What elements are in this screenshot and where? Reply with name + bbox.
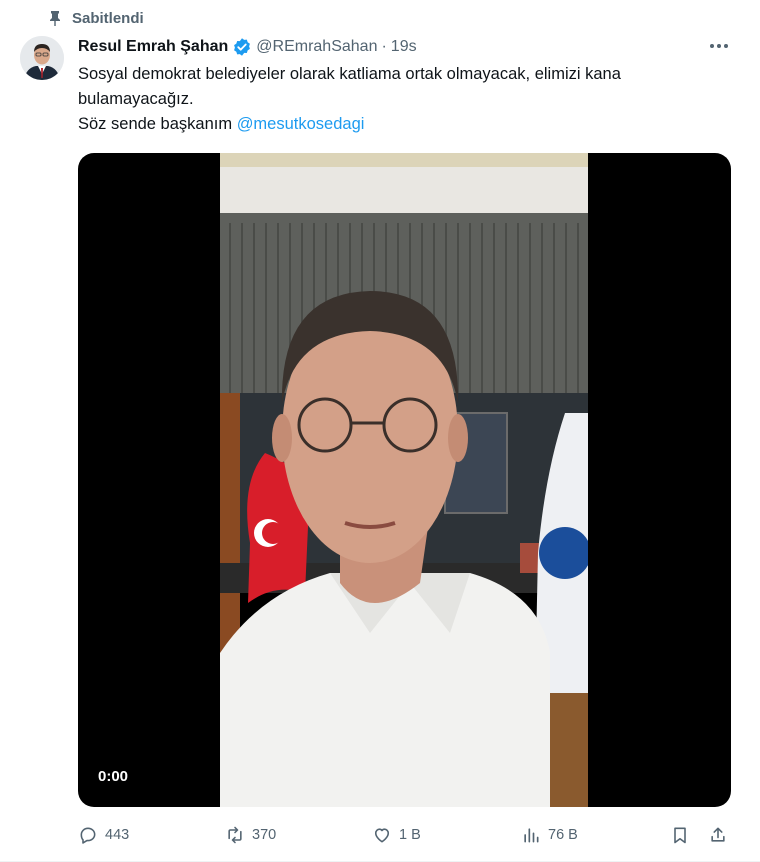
avatar[interactable] <box>20 36 64 80</box>
bookmark-button[interactable] <box>670 825 690 845</box>
bookmark-icon <box>674 827 686 844</box>
like-count: 1 B <box>399 827 421 843</box>
separator-dot: · <box>381 38 387 55</box>
tweet-timestamp[interactable]: 19s <box>391 38 417 56</box>
video-frame <box>220 153 588 807</box>
share-icon <box>711 827 725 842</box>
video-player[interactable]: 0:00 <box>78 153 731 807</box>
pin-icon <box>50 11 60 26</box>
tweet-text-line: Söz sende başkanım @mesutkosedagi <box>78 112 728 137</box>
heart-icon <box>374 828 390 843</box>
more-options-icon[interactable] <box>710 36 732 56</box>
reply-count: 443 <box>105 827 130 843</box>
tweet-text: Sosyal demokrat belediyeler olarak katli… <box>78 62 728 137</box>
views-button[interactable]: 76 B <box>521 825 578 845</box>
repost-count: 370 <box>252 827 277 843</box>
views-chart-icon <box>524 828 539 843</box>
like-button[interactable]: 1 B <box>372 825 421 845</box>
share-button[interactable] <box>708 825 728 845</box>
tweet-text-prefix: Söz sende başkanım <box>78 115 237 133</box>
repost-button[interactable]: 370 <box>225 825 276 845</box>
author-handle[interactable]: @REmrahSahan <box>256 38 377 56</box>
reply-button[interactable]: 443 <box>78 825 129 845</box>
reply-icon <box>80 827 96 844</box>
pinned-label: Sabitlendi <box>72 9 144 27</box>
video-timecode: 0:00 <box>98 768 129 785</box>
tweet-text-line: Sosyal demokrat belediyeler olarak katli… <box>78 65 621 83</box>
author-name[interactable]: Resul Emrah Şahan <box>78 38 228 56</box>
tweet-text-line: bulamayacağız. <box>78 90 194 108</box>
tweet-actions: 443 370 1 B 76 B <box>78 820 731 850</box>
views-count: 76 B <box>548 827 578 843</box>
pinned-indicator: Sabitlendi <box>48 8 144 28</box>
repost-icon <box>228 826 242 844</box>
mention-link[interactable]: @mesutkosedagi <box>237 115 365 133</box>
tweet-header: Resul Emrah Şahan @REmrahSahan · 19s <box>78 36 417 58</box>
verified-badge-icon[interactable] <box>232 37 252 57</box>
